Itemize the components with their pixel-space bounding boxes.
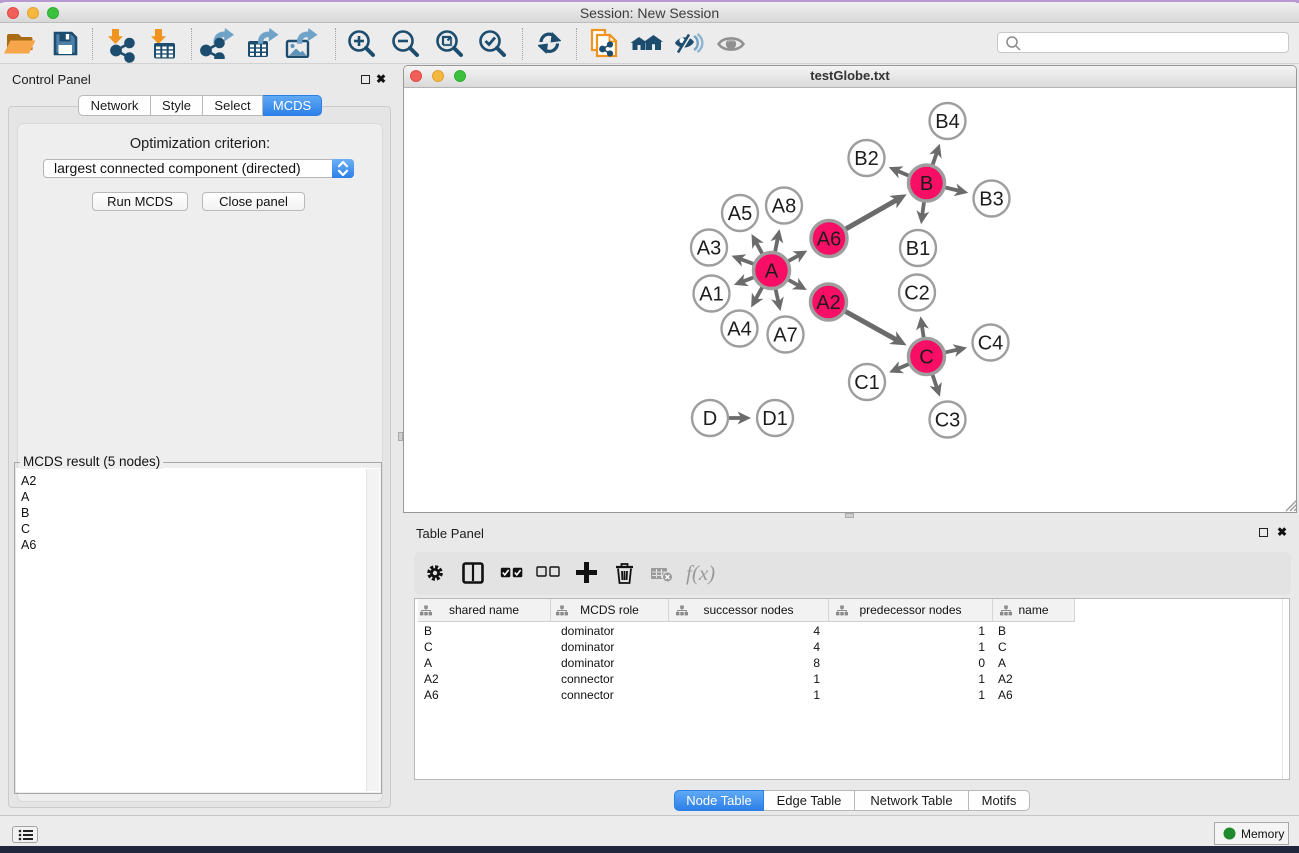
svg-text:A8: A8 bbox=[772, 196, 796, 218]
svg-text:B: B bbox=[920, 173, 933, 195]
svg-text:A4: A4 bbox=[727, 319, 751, 341]
svg-text:A2: A2 bbox=[816, 292, 840, 314]
svg-text:A7: A7 bbox=[773, 325, 797, 347]
svg-text:D: D bbox=[703, 408, 717, 430]
svg-text:C3: C3 bbox=[935, 410, 961, 432]
svg-text:A: A bbox=[765, 261, 779, 283]
svg-text:B3: B3 bbox=[979, 189, 1003, 211]
svg-text:C4: C4 bbox=[978, 333, 1004, 355]
svg-text:A1: A1 bbox=[699, 284, 723, 306]
svg-text:C: C bbox=[919, 347, 933, 369]
svg-text:A3: A3 bbox=[697, 238, 721, 260]
svg-text:D1: D1 bbox=[762, 408, 788, 430]
svg-text:A5: A5 bbox=[728, 203, 752, 225]
svg-text:A6: A6 bbox=[817, 229, 841, 251]
svg-text:B2: B2 bbox=[854, 148, 878, 170]
svg-text:C2: C2 bbox=[904, 283, 930, 305]
svg-text:B1: B1 bbox=[906, 238, 930, 260]
svg-text:B4: B4 bbox=[935, 111, 959, 133]
svg-text:C1: C1 bbox=[854, 372, 880, 394]
